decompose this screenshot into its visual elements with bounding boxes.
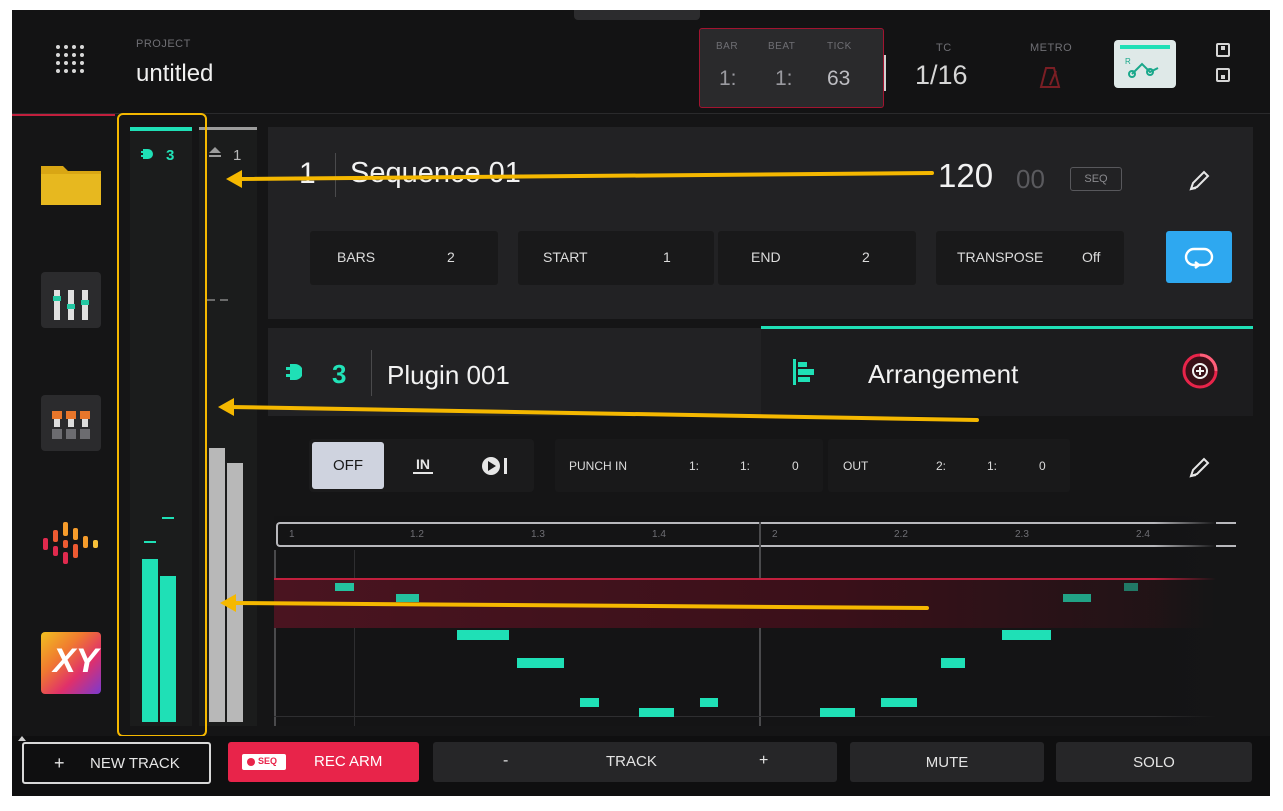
rec-dot-icon (247, 758, 255, 766)
rec-arm-label: REC ARM (314, 753, 383, 770)
bottom-bar: + NEW TRACK SEQ REC ARM - TRACK + MUTE S… (12, 736, 1270, 796)
rec-arm-button[interactable]: SEQ REC ARM (228, 742, 419, 782)
track-plus-button[interactable]: + (759, 752, 768, 770)
mute-button[interactable]: MUTE (850, 742, 1044, 782)
seq-rec-badge: SEQ (242, 754, 286, 770)
solo-button[interactable]: SOLO (1056, 742, 1252, 782)
track-label: TRACK (606, 753, 657, 770)
callout-arrows (218, 170, 979, 612)
new-track-button[interactable]: + NEW TRACK (22, 742, 211, 784)
mpc-window: PROJECT untitled BAR BEAT TICK 1: 1: 63 … (12, 10, 1270, 796)
track-selector: - TRACK + (433, 742, 837, 782)
new-track-label: NEW TRACK (90, 755, 180, 772)
plus-icon: + (54, 753, 65, 773)
seq-rec-badge-label: SEQ (258, 756, 278, 766)
track-minus-button[interactable]: - (503, 752, 508, 770)
